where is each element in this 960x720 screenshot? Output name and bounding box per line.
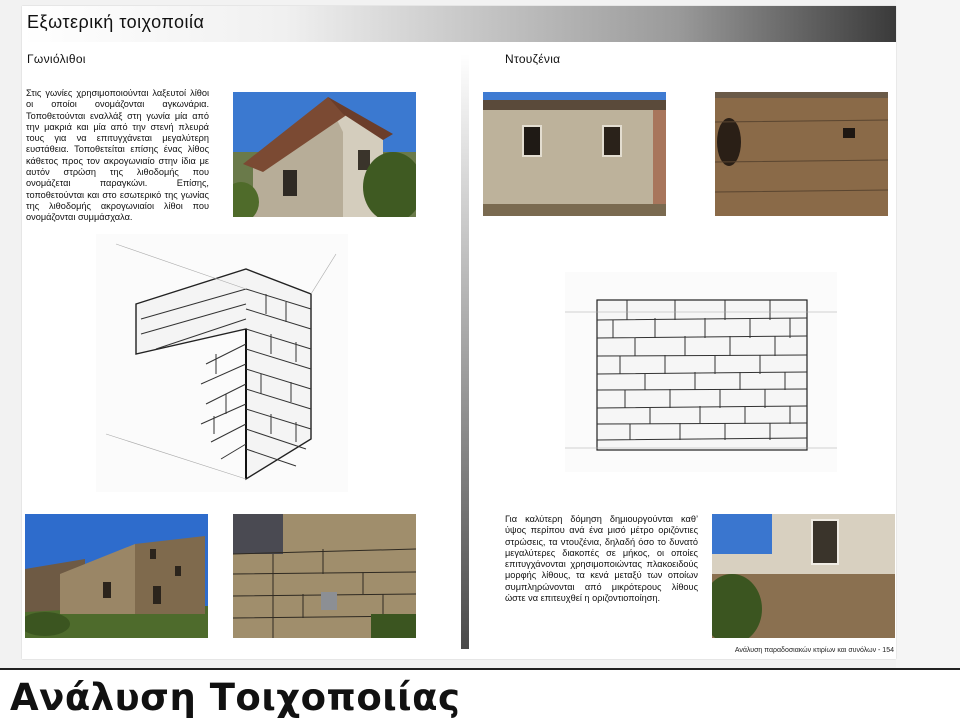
sketch-corner-stones <box>96 234 348 492</box>
photo-rough-stone-wall <box>715 92 888 216</box>
column-divider <box>461 54 469 649</box>
photo-house-corner <box>233 92 416 217</box>
slide-margin <box>896 0 960 670</box>
section-title-courses: Ντουζένια <box>505 52 561 66</box>
document-title: Εξωτερική τοιχοποιία <box>27 12 205 32</box>
courses-paragraph: Για καλύτερη δόμηση δημιουργούνται καθ’ … <box>505 514 698 604</box>
sketch-horizontal-courses <box>565 272 837 472</box>
corner-stones-paragraph: Στις γωνίες χρησιμοποιούνται λαξευτοί λί… <box>26 88 209 223</box>
slide-divider <box>0 668 960 670</box>
page-footer: Ανάλυση παραδοσιακών κτιρίων και συνόλων… <box>734 647 894 654</box>
slide-title: Ανάλυση Τοιχοποιίας <box>10 676 461 719</box>
section-title-corner-stones: Γωνιόλιθοι <box>27 52 86 66</box>
photo-stone-house-facade <box>483 92 666 216</box>
document-page: Εξωτερική τοιχοποιία Γωνιόλιθοι Στις γων… <box>22 6 896 659</box>
photo-stone-wall-detail <box>233 514 416 638</box>
photo-plastered-ruin <box>712 514 895 638</box>
title-bar: Εξωτερική τοιχοποιία <box>22 6 896 42</box>
photo-ruined-house <box>25 514 208 638</box>
